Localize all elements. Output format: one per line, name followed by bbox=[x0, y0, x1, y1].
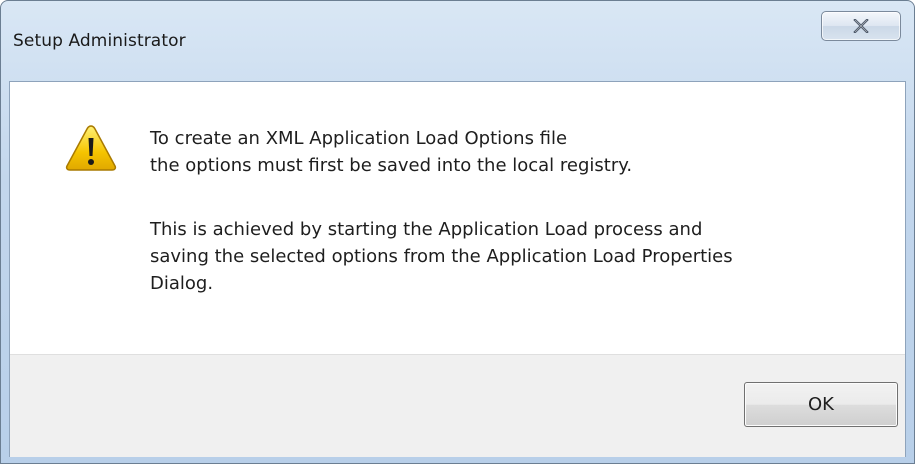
ok-button[interactable]: OK bbox=[744, 382, 898, 427]
warning-icon bbox=[65, 125, 117, 171]
window-title: Setup Administrator bbox=[13, 31, 186, 51]
dialog-client-area: To create an XML Application Load Option… bbox=[9, 81, 906, 457]
message-text-1: To create an XML Application Load Option… bbox=[150, 128, 633, 176]
close-icon bbox=[853, 19, 869, 33]
close-button[interactable] bbox=[821, 11, 901, 41]
dialog-window: Setup Administrator To create an XML App… bbox=[0, 0, 915, 464]
message-area: To create an XML Application Load Option… bbox=[10, 82, 905, 354]
button-footer: OK bbox=[10, 354, 905, 457]
title-bar[interactable]: Setup Administrator bbox=[1, 1, 914, 81]
message-text-2: This is achieved by starting the Applica… bbox=[150, 219, 733, 294]
